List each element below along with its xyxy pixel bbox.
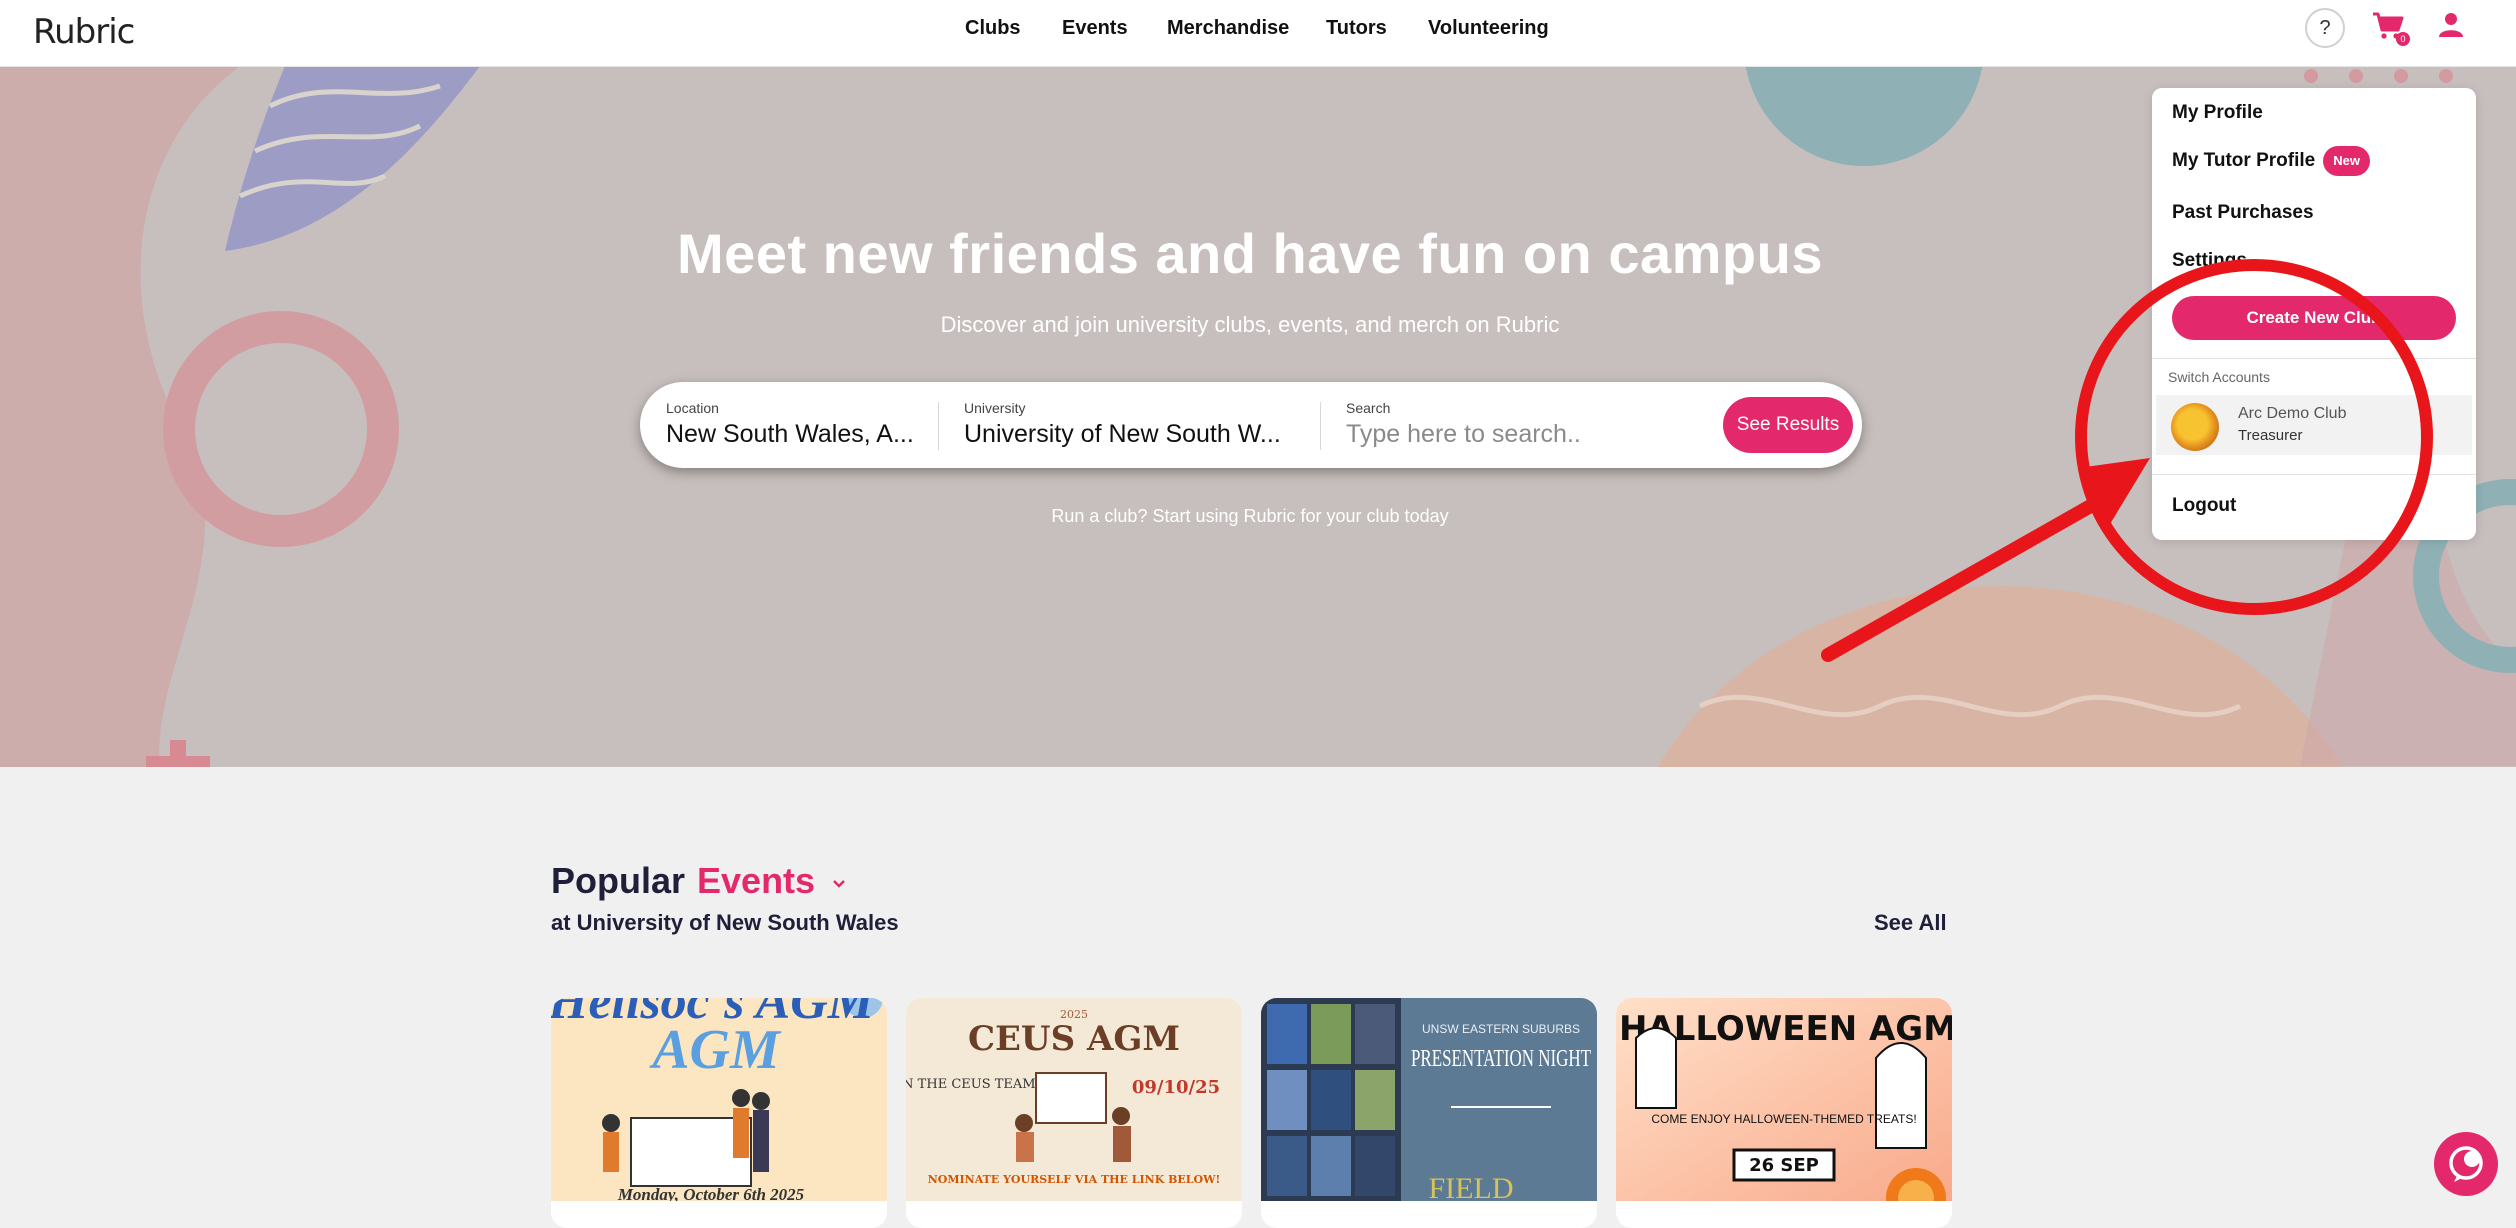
card-date-text: 26 SEP [1749, 1155, 1819, 1176]
search-divider [1320, 402, 1321, 450]
event-card-image: Hellsoc's AGM AGM Monday, October 6th 20… [551, 998, 887, 1201]
card-footer-text: Monday, October 6th 2025 [617, 1185, 805, 1201]
search-label: Search [1346, 400, 1391, 416]
nav-volunteering[interactable]: Volunteering [1428, 17, 1549, 40]
past-purchases-item[interactable]: Past Purchases [2172, 202, 2314, 224]
cart-button[interactable]: 0 [2372, 12, 2412, 52]
search-bar: Location New South Wales, A... Universit… [640, 382, 1862, 468]
university-field[interactable]: University University of New South W... [964, 382, 1281, 468]
menu-divider [2152, 474, 2476, 475]
settings-item[interactable]: Settings [2172, 250, 2247, 272]
card-join-text: JOIN THE CEUS TEAM! [906, 1077, 1041, 1092]
create-new-club-button[interactable]: Create New Club [2172, 296, 2456, 340]
card-title-text: CEUS AGM [968, 1019, 1180, 1059]
popular-heading: Popular Events [551, 860, 847, 902]
cart-count-badge: 0 [2396, 32, 2410, 46]
nav-clubs[interactable]: Clubs [965, 17, 1021, 40]
chat-support-button[interactable] [2434, 1132, 2498, 1196]
hero-title: Meet new friends and have fun on campus [677, 222, 1823, 285]
top-navbar: Rubric Clubs Events Merchandise Tutors V… [0, 0, 2516, 67]
my-tutor-profile-item[interactable]: My Tutor Profile New [2172, 146, 2370, 176]
chevron-down-icon [833, 880, 845, 889]
search-divider [938, 402, 939, 450]
user-dropdown-menu: My Profile My Tutor Profile New Past Purc… [2152, 88, 2476, 540]
card-org-text: UNSW EASTERN SUBURBS [1422, 1022, 1580, 1036]
help-button[interactable]: ? [2305, 8, 2345, 48]
popular-label: Popular [551, 860, 686, 901]
chat-icon [2449, 1146, 2483, 1182]
user-menu-button[interactable] [2438, 12, 2474, 48]
nav-events[interactable]: Events [1062, 17, 1128, 40]
user-icon [2439, 13, 2463, 37]
see-results-button[interactable]: See Results [1723, 397, 1853, 453]
nav-tutors[interactable]: Tutors [1326, 17, 1387, 40]
event-card[interactable]: UNSW EASTERN SUBURBS PRESENTATION NIGHT … [1261, 998, 1597, 1228]
switch-account-arc-demo-club[interactable]: Arc Demo Club Treasurer [2156, 395, 2472, 455]
hero-section: Meet new friends and have fun on campus … [0, 66, 2516, 767]
club-avatar [2171, 403, 2219, 451]
university-value: University of New South W... [964, 420, 1281, 448]
event-card-image: HALLOWEEN AGM COME ENJOY HALLOWEEN-THEME… [1616, 998, 1952, 1201]
main-nav: Clubs Events Merchandise Tutors Voluntee… [0, 0, 2516, 66]
nav-merchandise[interactable]: Merchandise [1167, 17, 1289, 40]
help-icon: ? [2319, 17, 2331, 39]
event-card[interactable]: HALLOWEEN AGM COME ENJOY HALLOWEEN-THEME… [1616, 998, 1952, 1228]
location-label: Location [666, 400, 719, 416]
location-field[interactable]: Location New South Wales, A... [666, 382, 936, 468]
event-card-image: UNSW EASTERN SUBURBS PRESENTATION NIGHT … [1261, 998, 1597, 1201]
menu-divider [2152, 358, 2476, 359]
event-card-image: 2025 CEUS AGM JOIN THE CEUS TEAM! 09/10/… [906, 998, 1242, 1201]
new-badge: New [2323, 146, 2370, 176]
svg-text:AGM: AGM [649, 1019, 782, 1081]
event-card[interactable]: Hellsoc's AGM AGM Monday, October 6th 20… [551, 998, 887, 1228]
my-tutor-profile-label: My Tutor Profile [2172, 150, 2316, 172]
card-line-text: COME ENJOY HALLOWEEN-THEMED TREATS! [1651, 1112, 1916, 1126]
category-selector[interactable]: Events [697, 860, 847, 901]
search-field: Search [1346, 382, 1716, 468]
card-title-text: PRESENTATION NIGHT [1411, 1046, 1591, 1072]
account-name: Arc Demo Club [2238, 405, 2347, 422]
card-nominate-text: NOMINATE YOURSELF VIA THE LINK BELOW! [928, 1173, 1221, 1186]
see-all-link[interactable]: See All [1874, 910, 1947, 936]
run-a-club-link[interactable]: Run a club? Start using Rubric for your … [0, 506, 2500, 527]
switch-accounts-label: Switch Accounts [2168, 369, 2270, 385]
search-input[interactable] [1346, 420, 1706, 449]
logout-item[interactable]: Logout [2172, 495, 2236, 517]
popular-subtitle: at University of New South Wales [551, 910, 899, 935]
hero-subtitle: Discover and join university clubs, even… [940, 312, 1560, 337]
account-role: Treasurer [2238, 427, 2303, 444]
my-profile-item[interactable]: My Profile [2172, 102, 2263, 124]
card-date-text: 09/10/25 [1132, 1077, 1220, 1098]
event-card[interactable]: 2025 CEUS AGM JOIN THE CEUS TEAM! 09/10/… [906, 998, 1242, 1228]
university-label: University [964, 400, 1026, 416]
card-field-text: FIELD [1429, 1172, 1514, 1201]
category-label: Events [697, 860, 816, 901]
location-value: New South Wales, A... [666, 420, 914, 448]
